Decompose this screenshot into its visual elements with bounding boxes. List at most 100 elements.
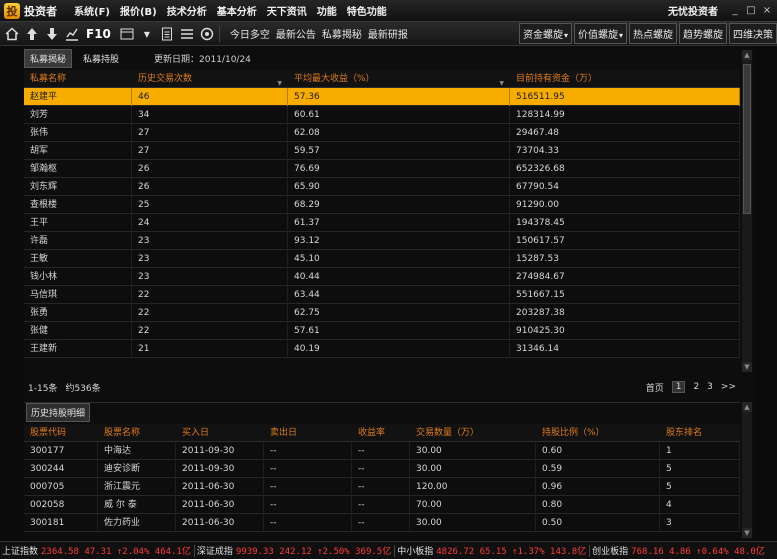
col-return-rate[interactable]: 收益率: [352, 424, 410, 442]
return-rate-cell: --: [352, 441, 410, 460]
chart-icon[interactable]: [64, 26, 80, 42]
table-row[interactable]: 300177 中海达 2011-09-30 -- -- 30.00 0.60 1: [24, 441, 740, 460]
table-row[interactable]: 王平 24 61.37 194378.45: [24, 213, 740, 232]
sz-index-name[interactable]: 深证成指: [197, 544, 233, 557]
current-capital-cell: 652326.68: [510, 159, 740, 178]
col-trade-volume[interactable]: 交易数量（万）: [410, 424, 536, 442]
table-row[interactable]: 刘东辉 26 65.90 67790.54: [24, 177, 740, 196]
page-2-link[interactable]: 2: [693, 382, 699, 392]
table-row[interactable]: 王敏 23 45.10 15287.53: [24, 249, 740, 268]
fund-name-cell: 刘芳: [24, 105, 132, 124]
table-row[interactable]: 胡军 27 59.57 73704.33: [24, 141, 740, 160]
hotspot-spiral-button[interactable]: 热点螺旋: [629, 23, 677, 44]
col-fund-name[interactable]: 私募名称: [24, 70, 132, 88]
link-today-long-short[interactable]: 今日多空: [230, 26, 270, 41]
table-row[interactable]: 马信琪 22 63.44 551667.15: [24, 285, 740, 304]
menu-technical-analysis[interactable]: 技术分析: [167, 3, 207, 18]
scrollbar-thumb[interactable]: [743, 64, 751, 214]
fund-table-scrollbar[interactable]: ▲ ▼: [742, 50, 752, 372]
return-rate-cell: --: [352, 513, 410, 532]
col-current-capital[interactable]: 目前持有资金（万）: [510, 70, 740, 88]
table-row[interactable]: 张健 22 57.61 910425.30: [24, 321, 740, 340]
menu-system[interactable]: 系统(F): [74, 3, 110, 18]
trade-volume-cell: 30.00: [410, 441, 536, 460]
menu-fundamental-analysis[interactable]: 基本分析: [217, 3, 257, 18]
table-row[interactable]: 300181 佐力药业 2011-06-30 -- -- 30.00 0.50 3: [24, 513, 740, 532]
gem-index-name[interactable]: 创业板指: [592, 544, 628, 557]
arrow-up-icon[interactable]: [24, 26, 40, 42]
menu-special-functions[interactable]: 特色功能: [347, 3, 387, 18]
table-row[interactable]: 钱小林 23 40.44 274984.67: [24, 267, 740, 286]
sh-index-value: 2364.58 47.31 ↑2.04% 464.1亿: [41, 547, 191, 557]
chevron-down-icon[interactable]: ▾: [139, 26, 155, 42]
table-row[interactable]: 许磊 23 93.12 150617.57: [24, 231, 740, 250]
target-icon[interactable]: [199, 26, 215, 42]
f10-button[interactable]: F10: [86, 27, 111, 41]
tab-private-fund-reveal[interactable]: 私募揭秘: [24, 48, 73, 68]
window-layout-icon[interactable]: [119, 26, 135, 42]
tab-private-fund-holdings[interactable]: 私募持股: [78, 50, 124, 67]
table-row[interactable]: 000705 浙江震元 2011-06-30 -- -- 120.00 0.96 5: [24, 477, 740, 496]
col-shareholder-rank[interactable]: 股东排名: [660, 424, 740, 442]
page-1-link[interactable]: 1: [671, 381, 686, 393]
table-row[interactable]: 王建新 21 40.19 31346.14: [24, 339, 740, 358]
capital-spiral-button[interactable]: 资金螺旋▾: [518, 23, 572, 44]
trade-volume-cell: 30.00: [410, 459, 536, 478]
current-capital-cell: 274984.67: [510, 267, 740, 286]
avg-max-return-cell: 61.37: [288, 213, 510, 232]
table-row[interactable]: 刘芳 34 60.61 128314.99: [24, 105, 740, 124]
status-bar: 上证指数 2364.58 47.31 ↑2.04% 464.1亿 深证成指 99…: [0, 541, 777, 559]
col-avg-max-return[interactable]: 平均最大收益（%） ▼: [288, 70, 510, 88]
app-title: 投资者: [24, 4, 57, 18]
table-row[interactable]: 邹瀚枢 26 76.69 652326.68: [24, 159, 740, 178]
col-buy-date[interactable]: 买入日: [176, 424, 264, 442]
panel-tabs: 私募揭秘 私募持股 更新日期：2011/10/24: [24, 48, 251, 68]
page-3-link[interactable]: 3: [707, 382, 713, 392]
current-capital-cell: 203287.38: [510, 303, 740, 322]
holdings-table-scrollbar[interactable]: ▲ ▼: [742, 402, 752, 538]
fund-name-cell: 张健: [24, 321, 132, 340]
scroll-down-icon[interactable]: ▼: [742, 528, 752, 538]
document-icon[interactable]: [159, 26, 175, 42]
menu-functions[interactable]: 功能: [317, 3, 337, 18]
minimize-icon[interactable]: _: [728, 4, 742, 18]
table-row[interactable]: 300244 迪安诊断 2011-09-30 -- -- 30.00 0.59 5: [24, 459, 740, 478]
scroll-down-icon[interactable]: ▼: [742, 362, 752, 372]
table-row[interactable]: 张勇 22 62.75 203287.38: [24, 303, 740, 322]
list-icon[interactable]: [179, 26, 195, 42]
avg-max-return-cell: 40.44: [288, 267, 510, 286]
buy-date-cell: 2011-09-30: [176, 459, 264, 478]
close-icon[interactable]: ×: [760, 4, 774, 18]
col-stock-name[interactable]: 股票名称: [98, 424, 176, 442]
maximize-icon[interactable]: □: [744, 4, 758, 18]
table-row[interactable]: 张伟 27 62.08 29467.48: [24, 123, 740, 142]
col-stock-code[interactable]: 股票代码: [24, 424, 98, 442]
table-row[interactable]: 赵建平 46 57.36 516511.95: [24, 87, 740, 106]
link-latest-research[interactable]: 最新研报: [368, 26, 408, 41]
return-rate-cell: --: [352, 495, 410, 514]
sh-index-name[interactable]: 上证指数: [2, 544, 38, 557]
col-sell-date-label: 卖出日: [270, 427, 298, 438]
first-page-link[interactable]: 首页: [646, 381, 664, 394]
link-private-fund-reveal[interactable]: 私募揭秘: [322, 26, 362, 41]
sme-index-name[interactable]: 中小板指: [397, 544, 433, 557]
value-spiral-button[interactable]: 价值螺旋▾: [573, 23, 627, 44]
col-holding-ratio[interactable]: 持股比例（%）: [536, 424, 660, 442]
menu-news[interactable]: 天下资讯: [267, 3, 307, 18]
table-row[interactable]: 002058 威 尔 泰 2011-06-30 -- -- 70.00 0.80 4: [24, 495, 740, 514]
scroll-up-icon[interactable]: ▲: [742, 50, 752, 60]
col-trade-count[interactable]: 历史交易次数 ▼: [132, 70, 288, 88]
holdings-table-body: 300177 中海达 2011-09-30 -- -- 30.00 0.60 1 300244 迪…: [24, 441, 740, 532]
trend-spiral-button[interactable]: 趋势螺旋: [679, 23, 727, 44]
tab-history-holdings[interactable]: 历史持股明细: [26, 403, 91, 422]
arrow-down-icon[interactable]: [44, 26, 60, 42]
shareholder-rank-cell: 1: [660, 441, 740, 460]
col-sell-date[interactable]: 卖出日: [264, 424, 352, 442]
link-latest-announcements[interactable]: 最新公告: [276, 26, 316, 41]
menu-quote[interactable]: 报价(B): [120, 3, 157, 18]
scroll-up-icon[interactable]: ▲: [742, 402, 752, 412]
table-row[interactable]: 查根楼 25 68.29 91290.00: [24, 195, 740, 214]
home-icon[interactable]: [4, 26, 20, 42]
four-dimension-decision-button[interactable]: 四维决策: [729, 23, 777, 44]
next-page-link[interactable]: >>: [721, 382, 736, 392]
